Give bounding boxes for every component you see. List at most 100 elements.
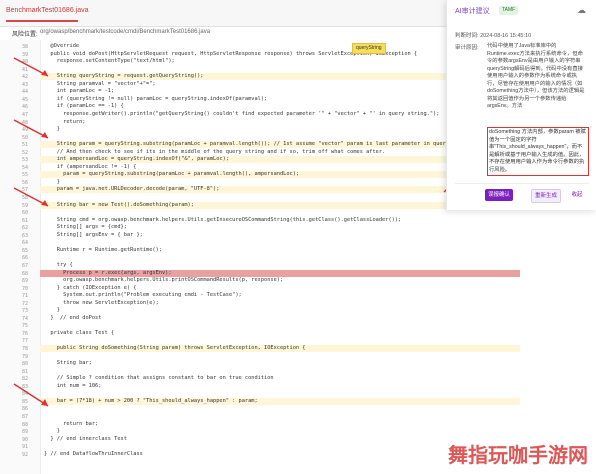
confirm-false-positive-button[interactable]: 误报确认 bbox=[485, 189, 513, 201]
ai-audit-panel: AI审计建议 TAMF ☁ 判断时间: 2024-08-16 15:45:10 … bbox=[446, 0, 596, 210]
code-line[interactable]: if (queryString != null) paramLoc = quer… bbox=[44, 96, 267, 103]
collapse-button[interactable]: 收起 bbox=[567, 189, 587, 201]
code-line[interactable]: String param = queryString.substring(par… bbox=[44, 141, 456, 148]
code-line[interactable]: if (paramLoc == -1) { bbox=[44, 103, 124, 110]
code-review-window: BenchmarkTest01686.java 风险位置: org/owasp/… bbox=[0, 0, 596, 474]
watermark: 舞指玩咖手游网 bbox=[448, 443, 588, 467]
code-line[interactable]: bar = (7*18) + num > 200 ? "This_should_… bbox=[44, 398, 258, 405]
code-line[interactable]: Runtime r = Runtime.getRuntime(); bbox=[44, 247, 162, 254]
line-number: 61 bbox=[21, 217, 28, 224]
code-line[interactable]: } // end doPost bbox=[44, 315, 101, 322]
code-line[interactable]: response.getWriter().println("getQuerySt… bbox=[44, 111, 439, 118]
code-line[interactable]: throw new ServletException(e); bbox=[44, 300, 159, 307]
code-line[interactable]: return bar; bbox=[44, 421, 98, 428]
code-line[interactable]: String bar; bbox=[44, 360, 92, 367]
code-line[interactable]: String queryString = request.getQueryStr… bbox=[44, 73, 204, 80]
line-number: 52 bbox=[21, 149, 28, 156]
code-line[interactable]: response.setContentType("text/html"); bbox=[44, 58, 175, 65]
tab-active-indicator bbox=[6, 20, 78, 22]
line-number: 63 bbox=[21, 232, 28, 239]
panel-description: 代码中使用了Java标准库中的Runtime.exec方法来执行系统命令，但命令… bbox=[487, 43, 585, 109]
code-line[interactable]: } // end innerclass Test bbox=[44, 436, 127, 443]
code-line[interactable]: } bbox=[44, 307, 60, 314]
line-number: 88 bbox=[21, 421, 28, 428]
code-line[interactable]: } // end DataflowThruInnerClass bbox=[44, 451, 143, 458]
line-number: 70 bbox=[21, 285, 28, 292]
line-number: 60 bbox=[21, 210, 28, 217]
line-number: 43 bbox=[21, 81, 28, 88]
line-number: 51 bbox=[21, 142, 28, 149]
arrow-icon bbox=[13, 187, 49, 207]
line-number: 65 bbox=[21, 247, 28, 254]
code-line[interactable]: String[] argsEnv = { bar }; bbox=[44, 232, 143, 239]
code-line[interactable]: int ampersandLoc = queryString.indexOf("… bbox=[44, 156, 229, 163]
regenerate-button[interactable]: 重新生成 bbox=[531, 189, 561, 203]
line-number: 44 bbox=[21, 89, 28, 96]
code-line[interactable]: private class Test { bbox=[44, 330, 114, 337]
line-number: 76 bbox=[21, 330, 28, 337]
code-line[interactable]: public String doSomething(String param) … bbox=[44, 345, 306, 352]
divider bbox=[455, 183, 589, 184]
line-number: 73 bbox=[21, 308, 28, 315]
line-number: 89 bbox=[21, 429, 28, 436]
arrow-icon bbox=[13, 119, 49, 139]
panel-title: AI审计建议 bbox=[455, 8, 490, 15]
code-line[interactable]: // And then check to see if its in the m… bbox=[44, 149, 385, 156]
line-number: 67 bbox=[21, 262, 28, 269]
line-number: 55 bbox=[21, 172, 28, 179]
code-line[interactable]: String cmd = org.owasp.benchmark.helpers… bbox=[44, 217, 401, 224]
line-number: 38 bbox=[21, 44, 28, 50]
panel-badge: TAMF bbox=[499, 6, 519, 15]
line-number: 53 bbox=[21, 157, 28, 164]
code-line[interactable]: String[] args = {cmd}; bbox=[44, 224, 127, 231]
code-line[interactable]: int paramLoc = -1; bbox=[44, 88, 114, 95]
breadcrumb-path[interactable]: org/owasp/benchmark/testcode/cmdi/Benchm… bbox=[40, 29, 210, 35]
code-line[interactable]: Process p = r.exec(args, argsEnv); bbox=[44, 270, 171, 277]
arrow-icon bbox=[13, 383, 49, 407]
line-number: 92 bbox=[21, 451, 28, 458]
line-number: 74 bbox=[21, 315, 28, 322]
code-line[interactable]: String bar = new Test().doSomething(para… bbox=[44, 202, 194, 209]
code-line[interactable]: } catch (IOException e) { bbox=[44, 285, 137, 292]
line-number: 71 bbox=[21, 293, 28, 300]
line-number: 90 bbox=[21, 436, 28, 443]
line-number: 80 bbox=[21, 361, 28, 368]
code-line[interactable]: String paramval = "vector"+"="; bbox=[44, 81, 156, 88]
code-line[interactable]: System.out.println("Problem executing cm… bbox=[44, 292, 242, 299]
breadcrumb-label: 风险位置: bbox=[12, 32, 38, 38]
line-number: 54 bbox=[21, 164, 28, 171]
code-line[interactable]: } bbox=[44, 428, 60, 435]
line-number: 78 bbox=[21, 346, 28, 352]
line-number: 56 bbox=[21, 179, 28, 186]
cloud-icon[interactable]: ☁ bbox=[577, 5, 586, 16]
code-line[interactable]: org.owasp.benchmark.helpers.Utils.printO… bbox=[44, 277, 283, 284]
line-number: 77 bbox=[21, 338, 28, 345]
tab-file[interactable]: BenchmarkTest01686.java bbox=[6, 7, 89, 14]
meta-value: 2024-08-16 15:45:10 bbox=[480, 33, 532, 39]
line-number: 75 bbox=[21, 323, 28, 330]
code-line[interactable]: @Override bbox=[44, 43, 79, 50]
code-line[interactable]: } bbox=[44, 179, 60, 186]
line-number: 64 bbox=[21, 240, 28, 247]
meta-label: 判断时间: bbox=[455, 33, 479, 39]
code-line[interactable]: param = java.net.URLDecoder.decode(param… bbox=[44, 186, 220, 193]
code-line[interactable]: if (ampersandLoc != -1) { bbox=[44, 164, 137, 171]
line-number: 87 bbox=[21, 413, 28, 420]
line-number: 72 bbox=[21, 300, 28, 307]
line-number: 79 bbox=[21, 353, 28, 360]
code-line[interactable]: try { bbox=[44, 262, 73, 269]
line-number: 81 bbox=[21, 368, 28, 375]
panel-meta: 判断时间: 2024-08-16 15:45:10 bbox=[455, 31, 531, 39]
line-number: 68 bbox=[21, 270, 28, 277]
code-line[interactable]: param = queryString.substring(paramLoc +… bbox=[44, 171, 299, 178]
code-line[interactable]: int num = 106; bbox=[44, 383, 102, 390]
desc-label: 审计原因: bbox=[455, 45, 479, 51]
line-number: 62 bbox=[21, 225, 28, 232]
line-number: 46 bbox=[21, 104, 28, 111]
line-number: 91 bbox=[21, 444, 28, 451]
code-line[interactable]: // Simple ? condition that assigns const… bbox=[44, 375, 274, 382]
arrow-icon bbox=[13, 57, 49, 77]
hover-chip: queryString bbox=[352, 43, 386, 54]
line-number: 66 bbox=[21, 255, 28, 262]
line-number: 69 bbox=[21, 278, 28, 285]
